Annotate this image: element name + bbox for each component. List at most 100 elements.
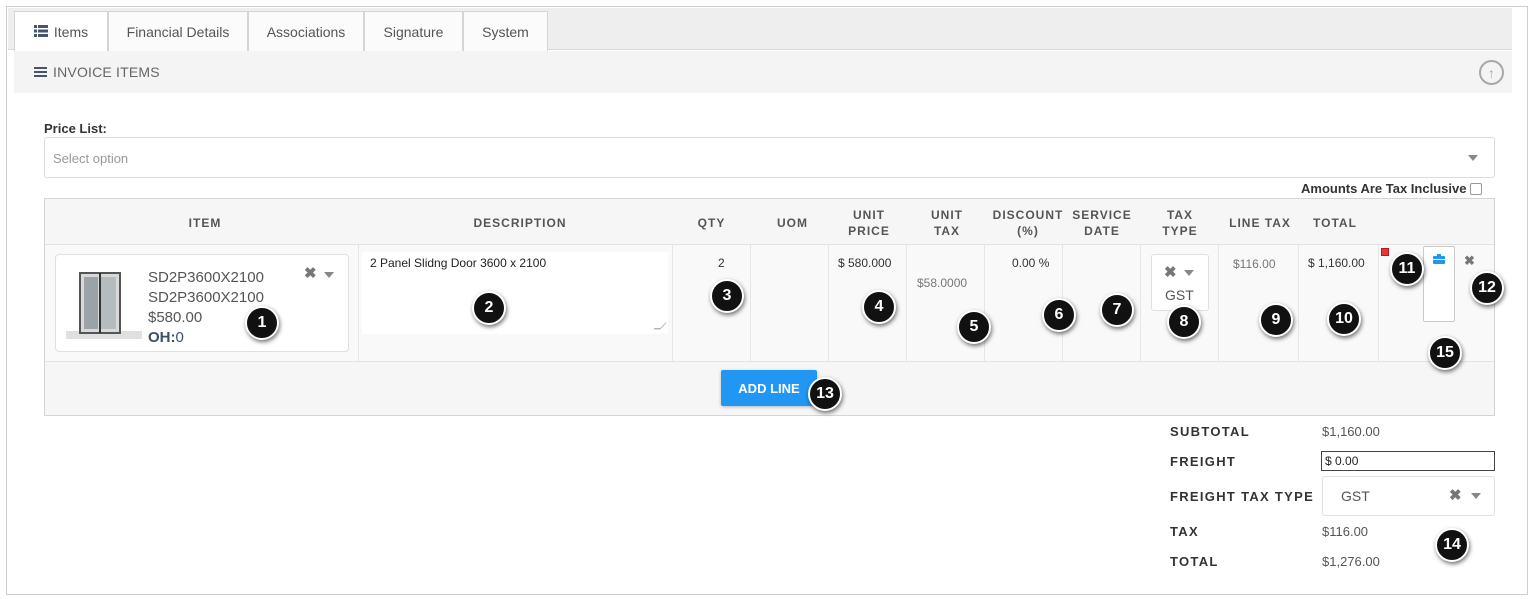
callout-badge: 14 — [1435, 528, 1469, 562]
list-icon — [33, 24, 48, 40]
add-line-button[interactable]: ADD LINE — [721, 370, 817, 406]
qty-input[interactable]: 2 — [718, 256, 725, 270]
line-tool-box[interactable] — [1423, 246, 1455, 322]
on-hand-value: 0 — [175, 329, 184, 346]
chevron-down-icon[interactable] — [324, 272, 334, 278]
clear-icon[interactable]: ✖ — [304, 264, 317, 282]
item-selector[interactable]: SD2P3600X2100 SD2P3600X2100 $580.00 OH:0… — [55, 254, 349, 352]
description-text: 2 Panel Slidng Door 3600 x 2100 — [370, 256, 547, 270]
discount-input[interactable]: 0.00 % — [1012, 256, 1049, 270]
callout-badge: 7 — [1100, 293, 1134, 327]
callout-badge: 12 — [1470, 271, 1504, 305]
col-header-discount-line1: DISCOUNT — [992, 208, 1064, 222]
price-list-placeholder: Select option — [53, 151, 129, 166]
callout-badge: 3 — [710, 279, 744, 313]
total-value: $1,276.00 — [1322, 554, 1380, 569]
callout-badge: 10 — [1327, 302, 1361, 336]
item-code-primary: SD2P3600X2100 — [148, 269, 264, 286]
menu-icon — [34, 65, 47, 79]
resize-handle-icon[interactable] — [653, 322, 667, 330]
freight-tax-type-select[interactable]: GST ✖ — [1322, 476, 1495, 516]
tab-financial-details[interactable]: Financial Details — [108, 11, 248, 51]
callout-badge: 8 — [1167, 305, 1201, 339]
section-title: INVOICE ITEMS — [53, 64, 160, 80]
col-header-tax-type-line2: TYPE — [1162, 224, 1198, 238]
line-tax-value: $116.00 — [1233, 257, 1276, 271]
line-total-value: $ 1,160.00 — [1308, 256, 1365, 270]
remove-row-icon[interactable]: ✖ — [1464, 253, 1475, 269]
col-header-item: ITEM — [188, 216, 222, 230]
tax-inclusive-checkbox[interactable] — [1470, 182, 1483, 195]
tab-label: Associations — [266, 23, 346, 40]
col-header-line-tax: LINE TAX — [1229, 216, 1291, 230]
price-list-label: Price List: — [44, 121, 107, 136]
briefcase-icon[interactable] — [1433, 254, 1445, 264]
subtotal-label: SUBTOTAL — [1170, 424, 1250, 439]
col-header-service-date: SERVICE DATE — [1071, 207, 1133, 239]
col-header-unit-tax-line2: TAX — [933, 224, 961, 238]
callout-badge: 2 — [472, 291, 506, 325]
price-list-select[interactable]: Select option — [44, 137, 1495, 178]
col-header-service-date-line1: SERVICE — [1072, 208, 1132, 222]
door-image — [66, 272, 142, 339]
tax-value: $116.00 — [1322, 524, 1369, 539]
callout-badge: 9 — [1259, 303, 1293, 337]
col-header-description: DESCRIPTION — [473, 216, 567, 230]
callout-badge: 4 — [862, 290, 896, 324]
tab-label: Financial Details — [126, 23, 230, 40]
callout-badge: 13 — [808, 377, 842, 411]
unit-tax-value: $58.0000 — [917, 276, 968, 290]
col-header-discount-line2: (%) — [1017, 224, 1039, 238]
subtotal-value: $1,160.00 — [1322, 424, 1380, 439]
chevron-down-icon[interactable] — [1471, 493, 1481, 499]
tab-associations[interactable]: Associations — [248, 11, 364, 51]
chevron-down-icon[interactable] — [1184, 270, 1194, 276]
col-header-discount: DISCOUNT (%) — [990, 207, 1066, 239]
col-header-unit-tax: UNIT TAX — [919, 207, 975, 239]
freight-label: FREIGHT — [1170, 454, 1237, 469]
tax-label: TAX — [1170, 524, 1199, 539]
clear-icon[interactable]: ✖ — [1164, 263, 1177, 281]
collapse-up-icon[interactable]: ↑ — [1479, 60, 1504, 85]
chevron-down-icon — [1468, 155, 1478, 161]
col-header-qty: QTY — [697, 216, 726, 230]
freight-tax-type-value: GST — [1341, 488, 1370, 504]
col-header-uom: UOM — [777, 216, 808, 230]
tab-system[interactable]: System — [463, 11, 548, 51]
tax-type-select[interactable]: ✖ GST — [1151, 254, 1209, 311]
on-hand: OH:0 — [148, 329, 184, 346]
alert-icon — [1381, 248, 1389, 256]
callout-badge: 1 — [245, 306, 279, 340]
tab-label: Signature — [383, 23, 444, 40]
callout-badge: 5 — [957, 310, 991, 344]
unit-price-input[interactable]: $ 580.000 — [838, 256, 891, 270]
section-header: INVOICE ITEMS ↑ — [14, 51, 1512, 93]
tab-label: System — [482, 23, 529, 40]
clear-icon[interactable]: ✖ — [1449, 486, 1462, 504]
col-header-unit-tax-line1: UNIT — [931, 208, 963, 222]
col-header-total: TOTAL — [1313, 216, 1357, 230]
col-header-unit-price-line1: UNIT — [853, 208, 885, 222]
col-header-unit-price: UNIT PRICE — [841, 207, 897, 239]
description-textarea[interactable]: 2 Panel Slidng Door 3600 x 2100 — [362, 252, 668, 334]
col-header-tax-type-line1: TAX — [1166, 208, 1194, 222]
col-header-service-date-line2: DATE — [1084, 224, 1120, 238]
callout-badge: 6 — [1042, 298, 1076, 332]
freight-tax-type-label: FREIGHT TAX TYPE — [1170, 489, 1315, 504]
callout-badge: 11 — [1390, 252, 1424, 286]
tab-label: Items — [53, 23, 89, 40]
cell-uom — [751, 245, 829, 361]
total-label: TOTAL — [1170, 554, 1219, 569]
tab-bar: Items Financial Details Associations Sig… — [8, 8, 1512, 51]
callout-badge: 15 — [1428, 336, 1462, 370]
tab-signature[interactable]: Signature — [364, 11, 463, 51]
tax-inclusive-label: Amounts Are Tax Inclusive — [1301, 181, 1467, 196]
on-hand-label: OH: — [148, 329, 176, 346]
item-price: $580.00 — [148, 309, 203, 326]
col-header-unit-price-line2: PRICE — [848, 224, 890, 238]
freight-input[interactable] — [1321, 451, 1495, 471]
tab-items[interactable]: Items — [14, 11, 108, 51]
tax-type-value: GST — [1165, 287, 1194, 303]
tax-inclusive-row: Amounts Are Tax Inclusive — [1301, 181, 1483, 196]
item-code-secondary: SD2P3600X2100 — [148, 289, 264, 306]
